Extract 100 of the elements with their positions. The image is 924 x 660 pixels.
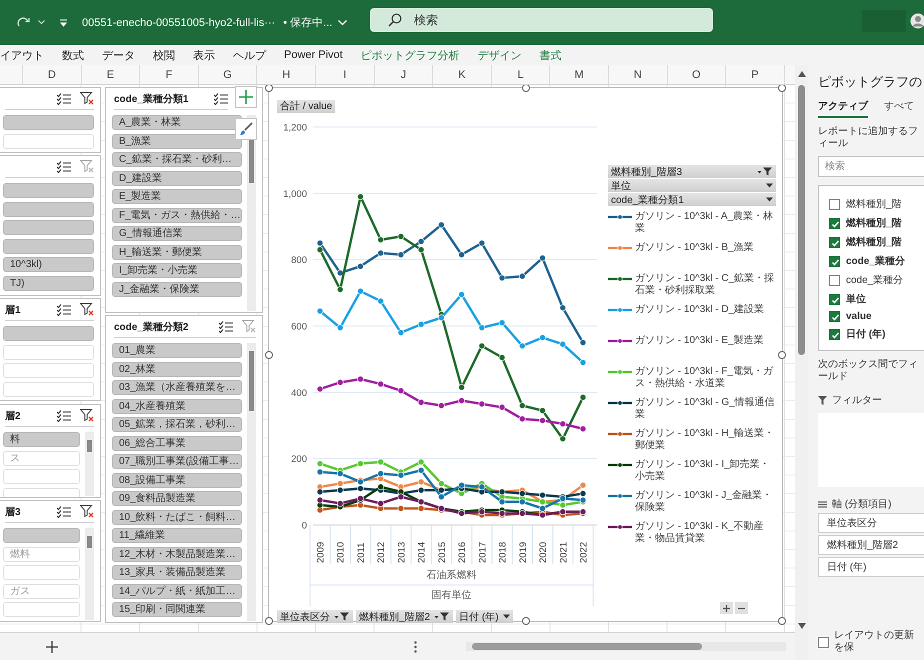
slicer-item[interactable]: 07_職別工事業(設備工事… (112, 454, 242, 469)
scroll-down-icon[interactable] (798, 623, 806, 629)
multi-select-icon[interactable] (214, 92, 228, 104)
horizontal-scrollbar[interactable] (466, 642, 786, 651)
slicer-item[interactable]: J_金融業・保険業 (112, 282, 242, 296)
field-button[interactable]: 燃料種別_階層3 (608, 165, 776, 178)
slicer-item[interactable]: 01_農業 (112, 343, 242, 358)
column-header[interactable]: K (433, 65, 492, 84)
ribbon-tab[interactable]: ピボットグラフ分析 (360, 48, 460, 62)
scrollbar-thumb[interactable] (798, 85, 805, 355)
multi-select-icon[interactable] (57, 410, 71, 422)
filter-icon[interactable] (434, 612, 450, 621)
plus-icon[interactable] (723, 604, 730, 612)
slicer-item[interactable]: G_情報通信業 (112, 226, 242, 241)
slicer-item[interactable]: 13_家具・装備品製造業 (112, 565, 242, 580)
scrollbar[interactable] (85, 432, 94, 496)
slicer-item[interactable]: C_鉱業・採石業・砂利… (112, 152, 242, 167)
resize-handle[interactable] (265, 85, 273, 92)
column-header[interactable]: F (140, 65, 199, 84)
pane-tab[interactable]: アクティブ (818, 99, 868, 118)
axis-field[interactable]: 日付 (年) (818, 557, 924, 577)
caret-icon[interactable] (38, 20, 45, 25)
field-button[interactable]: 日付 (年) (456, 610, 513, 623)
field-button[interactable]: 合計 / value (277, 100, 336, 112)
slicer-item[interactable]: 料 (3, 432, 80, 447)
brush-icon[interactable] (239, 122, 253, 136)
ribbon-tab[interactable]: データ (102, 48, 135, 62)
pane-tab[interactable]: すべて (884, 99, 914, 118)
chart-styles-button[interactable] (235, 118, 257, 140)
column-header[interactable]: G (198, 65, 258, 84)
clear-filter-icon[interactable] (80, 303, 94, 316)
slicer-item[interactable]: E_製造業 (112, 189, 242, 204)
checkbox[interactable] (818, 636, 829, 648)
scrollbar[interactable] (85, 528, 94, 620)
slicer-item[interactable]: B_漁業 (112, 134, 242, 148)
column-header[interactable]: H (257, 65, 316, 84)
axis-field[interactable]: 単位表区分 (818, 513, 924, 533)
slicer-item[interactable]: TJ) (3, 276, 94, 290)
search-bar[interactable]: 検索 (370, 8, 713, 32)
checkbox[interactable] (829, 198, 840, 210)
expand-button[interactable] (720, 602, 733, 614)
avatar-icon[interactable] (910, 13, 924, 29)
column-header[interactable]: N (608, 65, 668, 84)
slicer-item[interactable]: 10_飲料・たばこ・飼料… (112, 510, 242, 524)
resize-handle[interactable] (265, 350, 273, 358)
filter-icon[interactable] (334, 612, 350, 621)
slicer-item[interactable]: 05_鉱業，採石業，砂利… (112, 417, 242, 432)
ribbon-tab[interactable]: 数式 (62, 48, 84, 62)
slicer-item[interactable]: 08_設備工事業 (112, 472, 242, 488)
search-field[interactable]: 検索 (818, 156, 924, 177)
resize-handle[interactable] (778, 350, 786, 358)
scrollbar[interactable] (247, 343, 256, 621)
slicer-item[interactable]: D_建設業 (112, 170, 242, 186)
scroll-up-icon[interactable] (798, 71, 806, 77)
slicer-item[interactable]: 11_繊維業 (112, 528, 242, 543)
clear-filter-icon[interactable] (80, 92, 94, 105)
column-header[interactable]: J (374, 65, 434, 84)
slicer-item[interactable]: H_輸送業・郵便業 (112, 244, 242, 260)
filter-icon[interactable] (757, 167, 773, 176)
add-sheet-icon[interactable] (46, 641, 58, 653)
column-header[interactable]: D (23, 65, 82, 84)
checkbox[interactable] (829, 236, 840, 248)
slicer-item[interactable]: 12_木材・木製品製造業… (112, 546, 242, 562)
slicer-item[interactable]: F_電気・ガス・熱供給・… (112, 208, 242, 222)
clear-filter-icon[interactable] (80, 505, 94, 518)
chevron-down-icon[interactable] (338, 20, 348, 26)
checkbox[interactable] (829, 274, 840, 286)
checkbox[interactable] (829, 256, 840, 266)
column-header[interactable]: L (492, 65, 550, 84)
chart-elements-button[interactable] (235, 86, 257, 108)
checkbox[interactable] (829, 218, 840, 228)
slicer-item[interactable]: 15_印刷・同関連業 (112, 602, 242, 617)
field-button[interactable]: 単位 (608, 179, 776, 192)
ribbon-tab[interactable]: 校閲 (153, 48, 175, 62)
column-header[interactable]: P (726, 65, 785, 84)
resize-handle[interactable] (522, 85, 530, 92)
ribbon-tab[interactable]: 書式 (540, 48, 562, 62)
ribbon-tab[interactable]: ヘルプ (233, 48, 266, 62)
column-header[interactable]: I (316, 65, 375, 84)
splitter-icon[interactable] (414, 641, 417, 653)
resize-handle[interactable] (522, 617, 530, 625)
slicer-item[interactable]: 06_総合工事業 (112, 436, 242, 450)
clear-filter-icon[interactable] (80, 409, 94, 422)
slicer-item[interactable]: 10^3kl) (3, 257, 94, 272)
search-icon[interactable] (388, 13, 402, 27)
checkbox[interactable] (829, 294, 840, 304)
multi-select-icon[interactable] (57, 92, 71, 104)
field-button[interactable]: code_業種分類1 (608, 193, 776, 206)
field-button[interactable]: 単位表区分 (277, 610, 353, 623)
resize-handle[interactable] (778, 617, 786, 625)
slicer-item[interactable]: A_農業・林業 (112, 115, 242, 130)
checkbox[interactable] (829, 311, 840, 322)
slicer-item[interactable]: 02_林業 (112, 362, 242, 376)
caret-icon[interactable] (766, 183, 773, 188)
checkbox[interactable] (829, 328, 840, 340)
slicer-item[interactable]: I_卸売業・小売業 (112, 263, 242, 278)
multi-select-icon[interactable] (219, 320, 233, 332)
slicer-item[interactable]: 14_パルプ・紙・紙加工… (112, 584, 242, 598)
collapse-button[interactable] (735, 602, 748, 614)
caret-icon[interactable] (502, 614, 510, 619)
